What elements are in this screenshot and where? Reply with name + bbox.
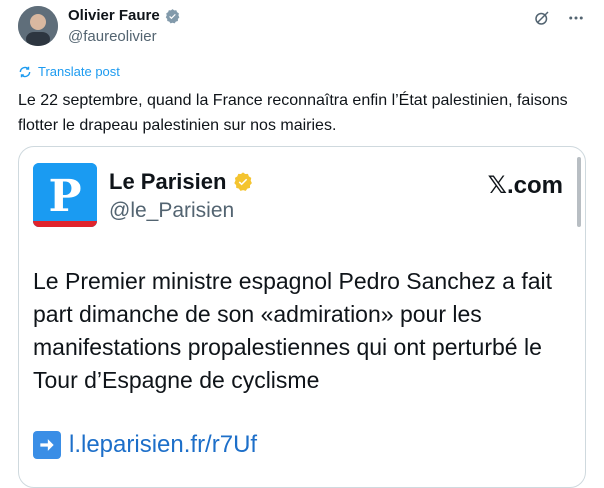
author-name[interactable]: Olivier Faure bbox=[68, 6, 160, 26]
verified-icon bbox=[234, 172, 253, 191]
grok-icon[interactable] bbox=[532, 8, 552, 28]
arrow-right-icon bbox=[33, 431, 61, 459]
translate-label[interactable]: Translate post bbox=[38, 64, 120, 79]
card-brand-name: Le Parisien bbox=[109, 169, 227, 194]
card-link-text[interactable]: l.leparisien.fr/r7Uf bbox=[69, 431, 257, 459]
tweet-text: Le 22 septembre, quand la France reconna… bbox=[18, 92, 568, 134]
card-brand-row: Le Parisien bbox=[109, 169, 254, 195]
avatar[interactable] bbox=[18, 6, 58, 46]
card-link[interactable]: l.leparisien.fr/r7Uf bbox=[33, 431, 257, 459]
translate-post-link[interactable]: Translate post bbox=[18, 64, 120, 79]
svg-text:P: P bbox=[48, 171, 81, 222]
card-headline: Le Premier ministre espagnol Pedro Sanch… bbox=[33, 268, 553, 393]
translate-icon bbox=[19, 66, 31, 77]
author-handle[interactable]: @faureolivier bbox=[68, 27, 157, 47]
author-name-row[interactable]: Olivier Faure bbox=[68, 6, 181, 26]
platform-label: 𝕏.com bbox=[487, 172, 563, 199]
card-scrollbar[interactable] bbox=[577, 157, 581, 227]
quoted-media-card[interactable]: P Le Parisien @le_Parisien 𝕏.com Le Prem… bbox=[18, 146, 586, 488]
le-parisien-logo: P bbox=[33, 163, 97, 227]
card-brand-handle: @le_Parisien bbox=[109, 199, 235, 222]
more-icon[interactable] bbox=[566, 8, 586, 28]
header-actions bbox=[532, 8, 586, 28]
verified-icon bbox=[165, 8, 180, 23]
